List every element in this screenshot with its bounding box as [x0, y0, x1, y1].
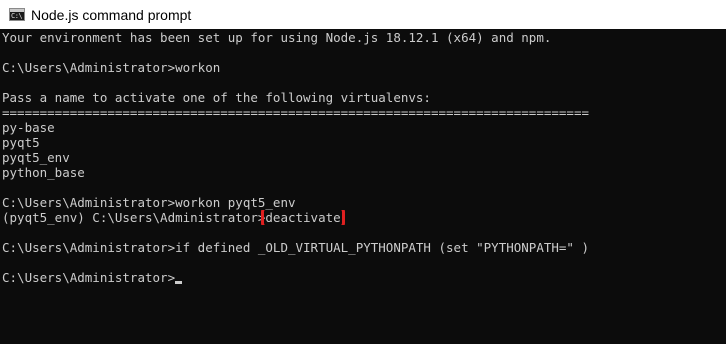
terminal-window: C:\ Node.js command prompt Your environm… [0, 0, 726, 344]
console-line: C:\Users\Administrator>if defined _OLD_V… [2, 240, 589, 255]
venv-prompt: (pyqt5_env) C:\Users\Administrator> [2, 210, 266, 225]
console-prompt-line[interactable]: C:\Users\Administrator> [2, 270, 726, 285]
console-line: C:\Users\Administrator>workon pyqt5_env [2, 195, 296, 210]
console-app-icon: C:\ [9, 8, 25, 21]
console-line: python_base [2, 165, 85, 180]
console-output[interactable]: Your environment has been set up for usi… [2, 30, 726, 344]
console-line: Pass a name to activate one of the follo… [2, 90, 431, 105]
console-line: ========================================… [2, 105, 589, 120]
deactivate-command-highlight: deactivate [261, 210, 345, 225]
console-line: Your environment has been set up for usi… [2, 30, 552, 45]
text-cursor [175, 281, 183, 284]
window-title: Node.js command prompt [31, 6, 192, 23]
console-line: C:\Users\Administrator>workon [2, 60, 221, 75]
title-bar[interactable]: C:\ Node.js command prompt [0, 0, 726, 29]
final-prompt: C:\Users\Administrator> [2, 270, 176, 285]
console-line: pyqt5_env [2, 150, 70, 165]
console-line: py-base [2, 120, 55, 135]
console-line: pyqt5 [2, 135, 40, 150]
console-venv-line: (pyqt5_env) C:\Users\Administrator>deact… [2, 210, 726, 225]
